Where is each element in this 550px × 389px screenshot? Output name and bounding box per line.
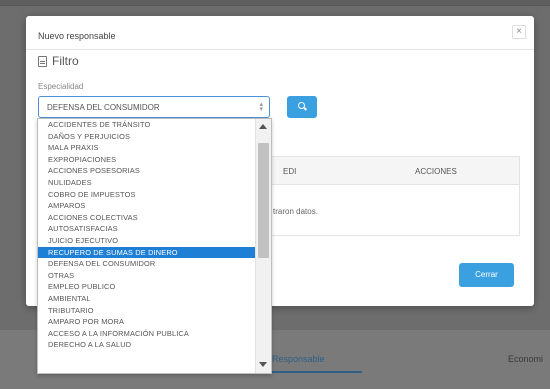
dropdown-option[interactable]: DAÑOS Y PERJUICIOS — [38, 131, 271, 143]
tab-responsable[interactable]: Responsable — [272, 354, 325, 364]
empty-message: traron datos. — [273, 207, 318, 216]
select-arrows-icon: ▴ ▾ — [259, 101, 263, 113]
modal-header: Nuevo responsable × — [26, 16, 534, 50]
dropdown-option[interactable]: EXPROPIACIONES — [38, 154, 271, 166]
filter-title-label: Filtro — [52, 54, 79, 68]
search-icon — [298, 102, 305, 109]
dropdown-option[interactable]: TRIBUTARIO — [38, 305, 271, 317]
filter-title: Filtro — [38, 54, 79, 68]
especialidad-select-value: DEFENSA DEL CONSUMIDOR — [47, 103, 160, 112]
dropdown-option[interactable]: OTRAS — [38, 270, 271, 282]
column-header-acciones: ACCIONES — [415, 167, 457, 176]
modal-title: Nuevo responsable — [38, 31, 116, 41]
dropdown-option[interactable]: EMPLEO PUBLICO — [38, 281, 271, 293]
dropdown-option[interactable]: AMPAROS — [38, 200, 271, 212]
dropdown-option[interactable]: AMBIENTAL — [38, 293, 271, 305]
search-button[interactable] — [287, 96, 317, 118]
scroll-thumb[interactable] — [258, 143, 269, 258]
dropdown-option[interactable]: RECUPERO DE SUMAS DE DINERO — [38, 246, 271, 259]
tab-economico[interactable]: Economi — [508, 354, 543, 364]
cerrar-button[interactable]: Cerrar — [459, 263, 514, 287]
dropdown-option[interactable]: ACCIONES POSESORIAS — [38, 165, 271, 177]
dropdown-option[interactable]: JUICIO EJECUTIVO — [38, 235, 271, 247]
dropdown-options: ACCIDENTES DE TRÁNSITO DAÑOS Y PERJUICIOS… — [38, 119, 271, 351]
scroll-down-icon[interactable] — [259, 362, 267, 367]
scroll-up-icon[interactable] — [259, 124, 267, 129]
dropdown-option[interactable]: DERECHO A LA SALUD — [38, 339, 271, 351]
especialidad-label: Especialidad — [38, 82, 84, 91]
especialidad-select[interactable]: DEFENSA DEL CONSUMIDOR ▴ ▾ — [38, 96, 270, 118]
dropdown-option[interactable]: ACCESO A LA INFORMACIÓN PUBLICA — [38, 328, 271, 340]
close-icon[interactable]: × — [512, 25, 526, 39]
dropdown-option[interactable]: AMPARO POR MORA — [38, 316, 271, 328]
dropdown-option[interactable]: ACCIDENTES DE TRÁNSITO — [38, 119, 271, 131]
dropdown-scrollbar[interactable] — [255, 119, 271, 373]
background-header — [0, 0, 550, 6]
dropdown-option[interactable]: DEFENSA DEL CONSUMIDOR — [38, 258, 271, 270]
dropdown-option[interactable]: COBRO DE IMPUESTOS — [38, 189, 271, 201]
dropdown-option[interactable]: AUTOSATISFACIAS — [38, 223, 271, 235]
dropdown-option[interactable]: ACCIONES COLECTIVAS — [38, 212, 271, 224]
dropdown-option[interactable]: NULIDADES — [38, 177, 271, 189]
tab-active-indicator — [262, 371, 362, 373]
especialidad-dropdown-list[interactable]: ACCIDENTES DE TRÁNSITO DAÑOS Y PERJUICIOS… — [37, 118, 272, 374]
document-icon — [38, 55, 47, 67]
column-header-edi: EDI — [283, 167, 297, 176]
dropdown-option[interactable]: MALA PRAXIS — [38, 142, 271, 154]
